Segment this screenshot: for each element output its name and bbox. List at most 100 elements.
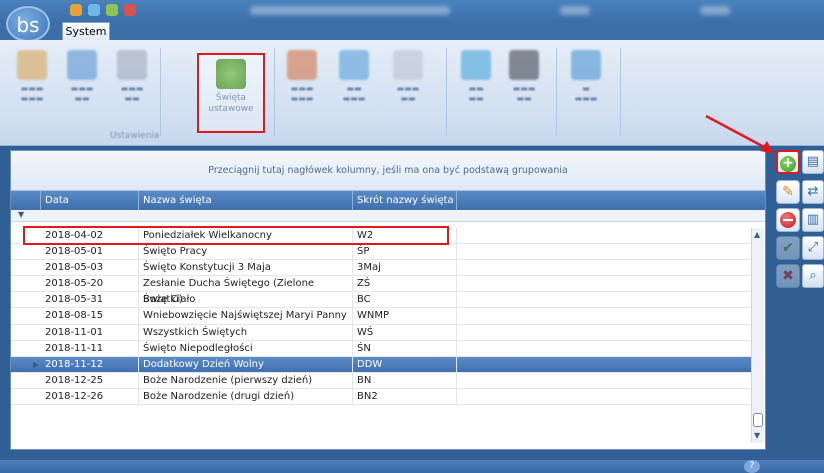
cell-empty [457, 244, 751, 259]
annotation-arrow [705, 114, 774, 154]
print-button[interactable]: ▤ [802, 150, 824, 174]
quick-access-icon[interactable] [106, 4, 118, 16]
ribbon-icon [67, 50, 97, 80]
quick-access-toolbar [70, 4, 136, 16]
cell-name[interactable]: Boże Narodzenie (drugi dzień) [139, 388, 353, 405]
scroll-thumb[interactable] [753, 413, 763, 427]
tab-system[interactable]: System [62, 22, 110, 40]
export-button[interactable]: ⇄ [802, 180, 824, 204]
ribbon-label-blurred: ▬▬▬ ▬▬▬ [290, 84, 314, 103]
cell-short[interactable]: ŚP [353, 244, 457, 260]
cell-short[interactable]: WNMP [353, 308, 457, 324]
cell-date[interactable]: 2018-11-01 [41, 324, 139, 340]
cell-date[interactable]: 2018-05-03 [41, 260, 139, 276]
cell-name[interactable]: Boże Ciało [139, 292, 353, 308]
cell-name[interactable]: Wniebowzięcie Najświętszej Maryi Panny [139, 308, 353, 324]
columns-icon: ▥ [806, 212, 820, 227]
cell-name[interactable]: Święto Niepodległości [139, 340, 353, 356]
help-icon[interactable]: ? [744, 460, 760, 473]
vertical-scrollbar[interactable]: ▲ ▼ [751, 228, 764, 443]
cell-date[interactable]: 2018-05-01 [41, 244, 139, 260]
quick-access-icon[interactable] [70, 4, 82, 16]
edit-button[interactable]: ✎ [776, 180, 800, 204]
ribbon-divider [556, 48, 557, 136]
current-row-icon: ▶ [33, 359, 40, 369]
ribbon-button-holidays[interactable]: Święta ustawowe [197, 53, 265, 133]
cell-name[interactable]: Święto Konstytucji 3 Maja [139, 260, 353, 276]
cell-date[interactable]: 2018-11-12 [41, 356, 139, 372]
cell-name[interactable]: Dodatkowy Dzień Wolny [139, 356, 353, 372]
scroll-down-icon[interactable]: ▼ [754, 431, 760, 440]
table-row[interactable]: 2018-05-01 Święto Pracy ŚP [11, 244, 751, 261]
cell-date[interactable]: 2018-05-20 [41, 276, 139, 292]
cell-short[interactable]: BN2 [353, 388, 457, 405]
cell-short[interactable]: BN [353, 372, 457, 388]
cell-date[interactable]: 2018-12-26 [41, 388, 139, 405]
header-indicator [11, 191, 41, 210]
expand-button[interactable]: ⤢ [802, 236, 824, 260]
search-button[interactable]: ⌕ [802, 264, 824, 288]
row-indicator[interactable] [11, 373, 41, 388]
table-row[interactable]: 2018-08-15 Wniebowzięcie Najświętszej Mar… [11, 308, 751, 325]
cell-short[interactable]: 3Maj [353, 260, 457, 276]
cell-empty [457, 389, 751, 404]
ribbon-button[interactable]: ▬▬▬▬ [562, 46, 610, 126]
confirm-button[interactable]: ✔ [776, 236, 800, 260]
ribbon-button[interactable]: ▬▬▬▬▬ [500, 46, 548, 126]
row-indicator[interactable] [11, 244, 41, 259]
table-row[interactable]: 2018-11-11 Święto Niepodległości ŚN [11, 340, 751, 357]
table-row[interactable]: 2018-05-31 Boże Ciało BC [11, 292, 751, 309]
table-row[interactable]: 2018-05-20 Zesłanie Ducha Świętego (Zielo… [11, 276, 751, 305]
table-row-selected[interactable]: ▶ 2018-11-12 Dodatkowy Dzień Wolny DDW [11, 356, 751, 373]
ribbon-label-blurred: ▬▬▬▬▬ [70, 84, 94, 103]
columns-button[interactable]: ▥ [802, 208, 824, 232]
filter-row[interactable]: ▼ [11, 210, 765, 222]
row-indicator[interactable] [11, 308, 41, 323]
grid-header: Data Nazwa święta Skrót nazwy święta [11, 191, 765, 210]
cancel-button[interactable]: ✖ [776, 264, 800, 288]
column-header-short[interactable]: Skrót nazwy święta [353, 191, 457, 210]
row-indicator[interactable]: ▶ [11, 357, 41, 372]
cell-name[interactable]: Wszystkich Świętych [139, 324, 353, 340]
table-row[interactable]: 2018-12-26 Boże Narodzenie (drugi dzień) B… [11, 388, 751, 406]
app-logo[interactable]: bs [6, 6, 50, 42]
filter-icon[interactable]: ▼ [18, 210, 24, 219]
cell-name[interactable]: Zesłanie Ducha Świętego (Zielone Świątki… [139, 276, 353, 305]
group-by-hint[interactable]: Przeciągnij tutaj nagłówek kolumny, jeśl… [11, 151, 765, 191]
cell-name[interactable]: Boże Narodzenie (pierwszy dzień) [139, 372, 353, 388]
ribbon-button[interactable]: ▬▬▬▬▬ [384, 46, 432, 126]
cell-name[interactable]: Święto Pracy [139, 244, 353, 260]
ribbon-button[interactable]: ▬▬▬▬▬ [330, 46, 378, 126]
ribbon-label-blurred: ▬▬▬▬▬ [512, 84, 536, 103]
ribbon-button[interactable]: ▬▬▬▬ [452, 46, 500, 126]
cell-short[interactable]: BC [353, 292, 457, 308]
row-indicator[interactable] [11, 389, 41, 404]
row-indicator[interactable] [11, 292, 41, 307]
cell-short[interactable]: DDW [353, 356, 457, 372]
row-indicator[interactable] [11, 341, 41, 356]
scroll-up-icon[interactable]: ▲ [754, 230, 760, 239]
cell-short[interactable]: ŚN [353, 340, 457, 356]
ribbon-button[interactable]: ▬▬▬▬▬ [108, 46, 156, 126]
cell-date[interactable]: 2018-08-15 [41, 308, 139, 324]
table-row[interactable]: 2018-05-03 Święto Konstytucji 3 Maja 3Maj [11, 260, 751, 277]
delete-button[interactable] [776, 208, 800, 232]
row-indicator[interactable] [11, 325, 41, 340]
plus-icon: + [780, 156, 796, 172]
cell-short[interactable]: WŚ [353, 324, 457, 340]
ribbon-button[interactable]: ▬▬▬ ▬▬▬ [278, 46, 326, 126]
row-indicator[interactable] [11, 260, 41, 275]
quick-access-icon[interactable] [124, 4, 136, 16]
quick-access-icon[interactable] [88, 4, 100, 16]
column-header-date[interactable]: Data [41, 191, 139, 210]
cell-short[interactable]: ZŚ [353, 276, 457, 292]
table-row[interactable]: 2018-12-25 Boże Narodzenie (pierwszy dzie… [11, 372, 751, 389]
cell-date[interactable]: 2018-11-11 [41, 340, 139, 356]
cell-date[interactable]: 2018-12-25 [41, 372, 139, 388]
cell-date[interactable]: 2018-05-31 [41, 292, 139, 308]
ribbon-button[interactable]: ▬▬▬ ▬▬▬ [8, 46, 56, 126]
table-row[interactable]: 2018-11-01 Wszystkich Świętych WŚ [11, 324, 751, 341]
ribbon-button[interactable]: ▬▬▬▬▬ [58, 46, 106, 126]
row-indicator[interactable] [11, 276, 41, 291]
column-header-name[interactable]: Nazwa święta [139, 191, 353, 210]
